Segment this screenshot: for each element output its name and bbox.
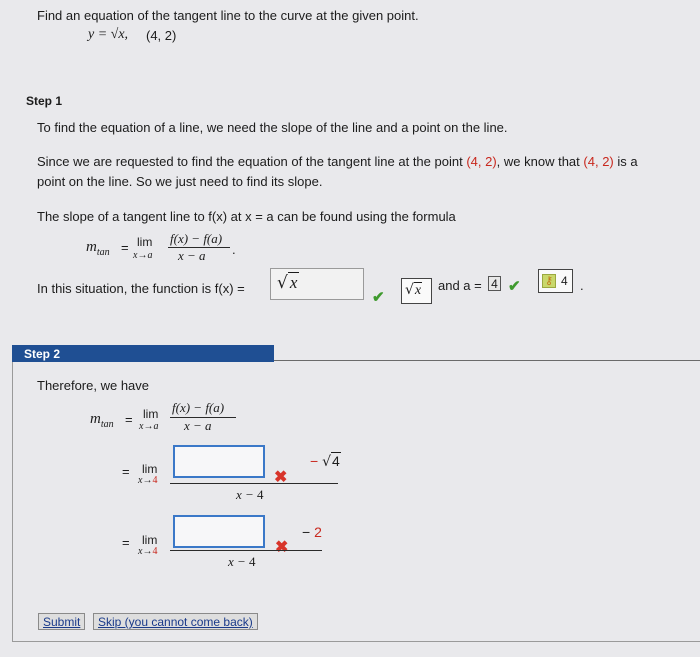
numerator-input-row2[interactable] <box>173 445 265 478</box>
step1-para1: To find the equation of a line, we need … <box>37 120 508 135</box>
a-input-field[interactable]: 4 <box>488 276 501 291</box>
bottom-divider <box>12 641 700 642</box>
formula-period: . <box>232 242 236 257</box>
lim-text-step2: lim <box>143 407 159 421</box>
submit-button[interactable]: Submit <box>38 613 86 630</box>
formula-denominator: x − a <box>178 248 206 263</box>
mtan-symbol-step2: mtan <box>90 411 114 430</box>
equals-sign-row3: = <box>122 535 130 550</box>
and-a-text: and a = <box>438 278 482 293</box>
lim-subscript-step2: x→a <box>139 421 159 432</box>
key-icon: ⚷ <box>542 274 556 288</box>
row3-right-term: − 2 <box>302 524 322 540</box>
equals-sign-row2: = <box>122 464 130 479</box>
lim-text: lim <box>137 235 153 249</box>
check-icon: ✔ <box>372 289 385 306</box>
check-icon-2: ✔ <box>508 278 521 295</box>
page: Find an equation of the tangent line to … <box>0 0 700 657</box>
point-highlight-2: (4, 2) <box>583 154 614 169</box>
step2-numerator: f(x) − f(a) <box>172 400 225 415</box>
x-mark-icon: ✖ <box>274 469 288 486</box>
lim-text-row3: lim <box>142 533 158 547</box>
therefore-text: Therefore, we have <box>37 378 150 393</box>
step1-para2-line2: point on the line. So we just need to fi… <box>37 174 323 189</box>
step2-header: Step 2 <box>12 345 274 362</box>
x-mark-icon-2: ✖ <box>275 539 289 556</box>
lim-subscript-row3: x→4 <box>138 546 158 557</box>
numerator-input-row3[interactable] <box>173 515 265 548</box>
lim-subscript: x→a <box>133 250 153 261</box>
formula-numerator: f(x) − f(a) <box>170 231 223 246</box>
point-highlight: (4, 2) <box>466 154 497 169</box>
f-feedback-box: √x <box>401 278 432 304</box>
equals-sign-step2: = <box>125 412 133 427</box>
step2-left-border <box>12 362 13 642</box>
problem-instruction: Find an equation of the tangent line to … <box>37 8 419 23</box>
fraction-bar-row3 <box>170 550 322 551</box>
lim-text-row2: lim <box>142 462 158 476</box>
a-feedback-box: ⚷ 4 <box>538 269 573 293</box>
equals-sign: = <box>121 240 129 255</box>
lim-subscript-row2: x→4 <box>138 475 158 486</box>
step2-divider <box>274 360 700 361</box>
step1-label: Step 1 <box>26 94 63 108</box>
step2-denominator: x − a <box>184 418 212 433</box>
trailing-period: . <box>580 278 584 293</box>
step1-para2-line1: Since we are requested to find the equat… <box>37 154 638 169</box>
row2-right-term: − √4 <box>310 452 341 470</box>
mtan-symbol: mtan <box>86 239 110 258</box>
f-input-field[interactable]: √ x <box>270 268 364 300</box>
problem-point: (4, 2) <box>146 28 177 43</box>
f-input-value: √ x <box>277 272 300 293</box>
fraction-bar-row2 <box>170 483 338 484</box>
step1-para3: The slope of a tangent line to f(x) at x… <box>37 209 456 224</box>
skip-button[interactable]: Skip (you cannot come back) <box>93 613 258 630</box>
situation-text: In this situation, the function is f(x) … <box>37 281 245 296</box>
row2-denominator: x − 4 <box>236 487 264 502</box>
problem-equation: y = √x, <box>88 27 129 42</box>
row3-denominator: x − 4 <box>228 554 256 569</box>
